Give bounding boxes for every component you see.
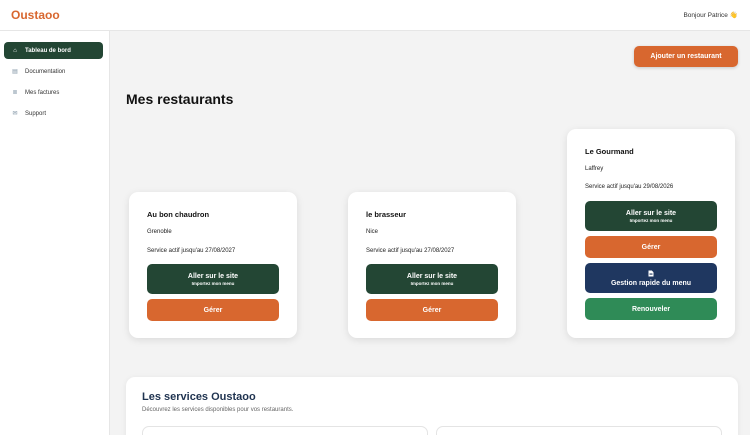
service-status: Service actif jusqu'au 29/08/2026: [585, 184, 674, 190]
sidebar: ⌂ Tableau de bord ▤ Documentation ≣ Mes …: [0, 31, 110, 435]
quick-menu-label: Gestion rapide du menu: [610, 279, 692, 287]
restaurant-city: Nice: [366, 229, 379, 235]
sidebar-item-label: Support: [25, 110, 47, 117]
sidebar-item-invoices[interactable]: ≣ Mes factures: [4, 84, 103, 101]
import-menu-label: Importez mon menu: [410, 280, 454, 286]
services-subtitle: Découvrez les services disponibles pour …: [142, 407, 294, 413]
restaurant-card: Le Gourmand Laffrey Service actif jusqu'…: [567, 129, 735, 338]
restaurant-card: le brasseur Nice Service actif jusqu'au …: [348, 192, 516, 338]
sidebar-item-dashboard[interactable]: ⌂ Tableau de bord: [4, 42, 103, 59]
brand-logo[interactable]: Oustaoo: [11, 8, 60, 22]
sidebar-item-label: Tableau de bord: [25, 47, 71, 54]
service-card[interactable]: [436, 426, 722, 435]
restaurant-card: Au bon chaudron Grenoble Service actif j…: [129, 192, 297, 338]
book-icon: ▤: [12, 69, 18, 75]
manage-label: Gérer: [641, 243, 661, 251]
service-card[interactable]: [142, 426, 428, 435]
restaurant-name: Au bon chaudron: [147, 210, 210, 219]
manage-label: Gérer: [422, 306, 442, 314]
restaurant-name: Le Gourmand: [585, 147, 634, 156]
home-icon: ⌂: [13, 47, 17, 54]
invoice-icon: ≣: [12, 90, 18, 96]
visit-site-label: Aller sur le site: [625, 209, 677, 217]
visit-site-button[interactable]: Aller sur le site Importez mon menu: [147, 264, 279, 294]
restaurant-city: Laffrey: [585, 166, 604, 172]
renew-button[interactable]: Renouveler: [585, 298, 717, 320]
greeting-text: Bonjour Patrice: [683, 12, 728, 19]
service-status: Service actif jusqu'au 27/08/2027: [147, 248, 236, 254]
sidebar-item-label: Documentation: [25, 68, 66, 75]
document-icon: [648, 270, 654, 279]
manage-label: Gérer: [203, 306, 223, 314]
sidebar-item-documentation[interactable]: ▤ Documentation: [4, 63, 103, 80]
services-section: Les services Oustaoo Découvrez les servi…: [126, 377, 738, 435]
user-greeting[interactable]: Bonjour Patrice 👋: [683, 11, 738, 19]
page-title: Mes restaurants: [126, 91, 234, 107]
visit-site-label: Aller sur le site: [187, 272, 239, 280]
main-content: Ajouter un restaurant Mes restaurants Au…: [111, 31, 750, 435]
visit-site-button[interactable]: Aller sur le site Importez mon menu: [585, 201, 717, 231]
service-status: Service actif jusqu'au 27/08/2027: [366, 248, 455, 254]
import-menu-label: Importez mon menu: [629, 217, 673, 223]
add-restaurant-button[interactable]: Ajouter un restaurant: [634, 46, 738, 67]
services-title: Les services Oustaoo: [142, 391, 256, 403]
renew-label: Renouveler: [631, 305, 671, 313]
sidebar-item-support[interactable]: ✉ Support: [4, 105, 103, 122]
visit-site-button[interactable]: Aller sur le site Importez mon menu: [366, 264, 498, 294]
restaurant-name: le brasseur: [366, 210, 407, 219]
restaurant-city: Grenoble: [147, 229, 172, 235]
sidebar-item-label: Mes factures: [25, 89, 60, 96]
manage-button[interactable]: Gérer: [366, 299, 498, 321]
top-bar: Oustaoo Bonjour Patrice 👋: [0, 0, 750, 31]
manage-button[interactable]: Gérer: [585, 236, 717, 258]
wave-icon: 👋: [729, 12, 738, 19]
import-menu-label: Importez mon menu: [191, 280, 235, 286]
quick-menu-button[interactable]: Gestion rapide du menu: [585, 263, 717, 293]
manage-button[interactable]: Gérer: [147, 299, 279, 321]
support-icon: ✉: [12, 111, 18, 117]
visit-site-label: Aller sur le site: [406, 272, 458, 280]
